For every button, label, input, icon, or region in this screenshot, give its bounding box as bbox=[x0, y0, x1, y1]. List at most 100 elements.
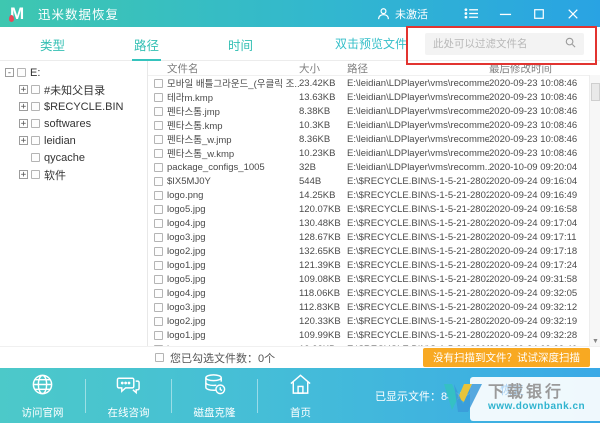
expand-icon[interactable]: + bbox=[19, 102, 28, 111]
toolbar-item-home[interactable]: 首页 bbox=[258, 372, 343, 420]
header-file-name[interactable]: 文件名 bbox=[167, 61, 299, 76]
file-mtime: 2020-09-23 10:08:46 bbox=[489, 92, 589, 103]
selected-count-checkbox[interactable] bbox=[155, 353, 164, 362]
tree-checkbox[interactable] bbox=[31, 85, 40, 94]
table-row[interactable]: 테라m.kmp13.63KBE:\leidian\LDPlayer\vms\re… bbox=[148, 90, 589, 104]
table-row[interactable]: logo.png14.25KBE:\$RECYCLE.BIN\S-1-5-21-… bbox=[148, 188, 589, 202]
toolbar-item-website[interactable]: 访问官网 bbox=[0, 372, 85, 420]
file-name: logo.png bbox=[167, 190, 299, 201]
file-table-body: 모바일 배틀그라운드_(우클릭 조...23.42KBE:\leidian\LD… bbox=[148, 76, 589, 346]
row-checkbox[interactable] bbox=[154, 93, 163, 102]
table-row[interactable]: logo2.jpg132.65KBE:\$RECYCLE.BIN\S-1-5-2… bbox=[148, 244, 589, 258]
toolbar-item-consult[interactable]: 在线咨询 bbox=[86, 372, 171, 420]
tree-item[interactable]: + 软件 bbox=[0, 166, 147, 183]
expand-icon[interactable]: + bbox=[19, 85, 28, 94]
deep-scan-button[interactable]: 没有扫描到文件？试试深度扫描 bbox=[423, 348, 590, 367]
file-name: 모바일 배틀그라운드_(우클릭 조... bbox=[167, 76, 299, 90]
table-row[interactable]: 펜타스톰.jmp8.38KBE:\leidian\LDPlayer\vms\re… bbox=[148, 104, 589, 118]
table-row[interactable]: $IX5MJ0Y544BE:\$RECYCLE.BIN\S-1-5-21-280… bbox=[148, 174, 589, 188]
table-row[interactable]: logo5.jpg109.08KBE:\$RECYCLE.BIN\S-1-5-2… bbox=[148, 272, 589, 286]
row-checkbox[interactable] bbox=[154, 121, 163, 130]
table-row[interactable]: 펜타스톰_w.jmp8.36KBE:\leidian\LDPlayer\vms\… bbox=[148, 132, 589, 146]
table-row[interactable]: logo5.jpg120.07KBE:\$RECYCLE.BIN\S-1-5-2… bbox=[148, 202, 589, 216]
table-row[interactable]: logo2.jpg120.33KBE:\$RECYCLE.BIN\S-1-5-2… bbox=[148, 314, 589, 328]
tree-item[interactable]: +#未知父目录 bbox=[0, 81, 147, 98]
row-checkbox[interactable] bbox=[154, 177, 163, 186]
scrollbar-down-arrow[interactable]: ▼ bbox=[590, 338, 600, 345]
file-mtime: 2020-09-24 09:31:58 bbox=[489, 274, 589, 285]
table-row[interactable]: 펜타스톰.kmp10.3KBE:\leidian\LDPlayer\vms\re… bbox=[148, 118, 589, 132]
row-checkbox[interactable] bbox=[154, 163, 163, 172]
header-size[interactable]: 大小 bbox=[299, 61, 347, 76]
tree-checkbox[interactable] bbox=[31, 119, 40, 128]
menu-icon[interactable] bbox=[454, 7, 488, 20]
tree-checkbox[interactable] bbox=[17, 68, 26, 77]
disk-clone-icon-item[interactable]: 磁盘克隆 bbox=[172, 372, 257, 420]
row-checkbox[interactable] bbox=[154, 317, 163, 326]
row-checkbox[interactable] bbox=[154, 191, 163, 200]
row-checkbox[interactable] bbox=[154, 135, 163, 144]
tree-item-label: 软件 bbox=[44, 167, 66, 183]
file-path: E:\$RECYCLE.BIN\S-1-5-21-2802... bbox=[347, 232, 489, 243]
preview-hint: 双击预览文件 bbox=[335, 35, 407, 52]
row-checkbox[interactable] bbox=[154, 149, 163, 158]
file-path: E:\leidian\LDPlayer\vms\recomm... bbox=[347, 162, 489, 173]
row-checkbox[interactable] bbox=[154, 331, 163, 340]
expand-icon[interactable]: + bbox=[19, 170, 28, 179]
toolbar-item-label: 在线咨询 bbox=[108, 405, 150, 420]
tree-checkbox[interactable] bbox=[31, 102, 40, 111]
watermark-url: www.downbank.cn bbox=[488, 402, 585, 413]
row-checkbox[interactable] bbox=[154, 303, 163, 312]
row-checkbox[interactable] bbox=[154, 205, 163, 214]
table-row[interactable]: 펜타스톰_w.kmp10.23KBE:\leidian\LDPlayer\vms… bbox=[148, 146, 589, 160]
search-icon[interactable] bbox=[565, 35, 576, 53]
file-size: 14.25KB bbox=[299, 190, 347, 201]
activation-status[interactable]: 未激活 bbox=[395, 6, 428, 22]
user-icon[interactable] bbox=[377, 7, 390, 20]
table-row[interactable]: logo4.jpg130.48KBE:\$RECYCLE.BIN\S-1-5-2… bbox=[148, 216, 589, 230]
table-row[interactable]: 모바일 배틀그라운드_(우클릭 조...23.42KBE:\leidian\LD… bbox=[148, 76, 589, 90]
tree-item[interactable]: -E: bbox=[0, 64, 147, 81]
search-input[interactable]: 此处可以过滤文件名 bbox=[433, 36, 565, 51]
selected-count-label: 您已勾选文件数：0个 bbox=[170, 350, 275, 366]
tree-item[interactable]: +softwares bbox=[0, 115, 147, 132]
file-name: logo3.jpg bbox=[167, 302, 299, 313]
table-scrollbar[interactable]: ▼ bbox=[589, 75, 600, 346]
table-row[interactable]: logo1.jpg121.39KBE:\$RECYCLE.BIN\S-1-5-2… bbox=[148, 258, 589, 272]
minimize-button[interactable] bbox=[488, 7, 522, 20]
row-checkbox[interactable] bbox=[154, 79, 163, 88]
table-row[interactable]: logo4.jpg118.06KBE:\$RECYCLE.BIN\S-1-5-2… bbox=[148, 286, 589, 300]
table-row[interactable]: logo1.jpg109.99KBE:\$RECYCLE.BIN\S-1-5-2… bbox=[148, 328, 589, 342]
scrollbar-thumb[interactable] bbox=[591, 83, 600, 101]
row-checkbox[interactable] bbox=[154, 107, 163, 116]
row-checkbox[interactable] bbox=[154, 261, 163, 270]
tree-item[interactable]: qycache bbox=[0, 149, 147, 166]
maximize-button[interactable] bbox=[522, 8, 556, 20]
row-checkbox[interactable] bbox=[154, 289, 163, 298]
row-checkbox[interactable] bbox=[154, 233, 163, 242]
file-size: 118.06KB bbox=[299, 288, 347, 299]
row-checkbox[interactable] bbox=[154, 247, 163, 256]
close-button[interactable] bbox=[556, 8, 590, 20]
tab-path[interactable]: 路径 bbox=[132, 26, 161, 61]
table-row[interactable]: logo3.jpg128.67KBE:\$RECYCLE.BIN\S-1-5-2… bbox=[148, 230, 589, 244]
row-checkbox[interactable] bbox=[154, 219, 163, 228]
tab-time[interactable]: 时间 bbox=[226, 26, 255, 61]
tab-type[interactable]: 类型 bbox=[38, 26, 67, 61]
tree-checkbox[interactable] bbox=[31, 170, 40, 179]
watermark: 恢复 下载银行 www.downbank.cn bbox=[442, 375, 600, 423]
expand-icon[interactable]: + bbox=[19, 119, 28, 128]
search-box[interactable]: 此处可以过滤文件名 bbox=[425, 33, 584, 55]
tree-checkbox[interactable] bbox=[31, 136, 40, 145]
table-row[interactable]: logo3.jpg112.83KBE:\$RECYCLE.BIN\S-1-5-2… bbox=[148, 300, 589, 314]
titlebar-controls: 未激活 bbox=[377, 6, 590, 22]
header-mtime[interactable]: 最后修改时间 bbox=[489, 61, 589, 76]
tree-item[interactable]: +leidian bbox=[0, 132, 147, 149]
tree-checkbox[interactable] bbox=[31, 153, 40, 162]
collapse-icon[interactable]: - bbox=[5, 68, 14, 77]
tree-item[interactable]: +$RECYCLE.BIN bbox=[0, 98, 147, 115]
expand-icon[interactable]: + bbox=[19, 136, 28, 145]
header-path[interactable]: 路径 bbox=[347, 61, 489, 76]
table-row[interactable]: package_configs_100532BE:\leidian\LDPlay… bbox=[148, 160, 589, 174]
row-checkbox[interactable] bbox=[154, 275, 163, 284]
